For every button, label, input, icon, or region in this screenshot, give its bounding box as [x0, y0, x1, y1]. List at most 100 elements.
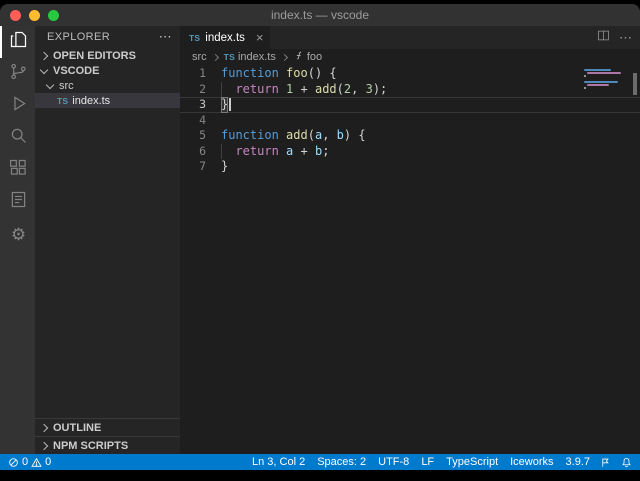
status-ts-version[interactable]: 3.9.7 — [566, 456, 590, 468]
title-bar[interactable]: index.ts — vscode — [0, 4, 640, 26]
outline-section[interactable]: OUTLINE — [35, 418, 180, 436]
run-debug-activity-button[interactable] — [0, 90, 35, 122]
code-token: a — [314, 128, 323, 142]
status-bar: 0 0 Ln 3, Col 2 Spaces: 2 UTF-8 LF TypeScrip… — [0, 454, 640, 470]
code-line[interactable]: 3} — [180, 97, 640, 113]
code-token: return — [235, 143, 279, 158]
problems-status[interactable]: 0 0 — [8, 456, 51, 468]
minimize-window-button[interactable] — [29, 9, 40, 21]
code-token: function — [221, 66, 279, 80]
code-token: b — [336, 128, 344, 142]
code-token: } — [221, 97, 229, 113]
search-activity-button[interactable] — [0, 122, 35, 154]
file-name: index.ts — [72, 94, 111, 107]
extensions-activity-button[interactable] — [0, 154, 35, 186]
chevron-right-icon — [39, 441, 49, 450]
feedback-flag-icon[interactable] — [600, 457, 611, 468]
code-token: 1 — [286, 81, 294, 96]
indent-guide — [221, 81, 222, 97]
line-content: return a + b; — [221, 143, 329, 160]
code-token: + — [293, 143, 315, 158]
symbol-function-icon — [293, 50, 304, 64]
split-editor-icon[interactable] — [596, 28, 611, 48]
close-tab-icon[interactable]: × — [256, 30, 264, 45]
tab-bar: TS index.ts × ⋯ — [180, 26, 640, 49]
code-line[interactable]: 7} — [180, 159, 640, 175]
scrollbar-thumb[interactable] — [633, 73, 637, 95]
code-editor[interactable]: 1 function foo() {2 return 1 + add(2, 3);… — [180, 65, 640, 454]
more-actions-icon[interactable]: ⋯ — [619, 30, 632, 46]
workbench: ⚙ EXPLORER ⋯ OPEN EDITORS VSCODE src TS — [0, 26, 640, 454]
source-control-activity-button[interactable] — [0, 58, 35, 90]
line-content: } — [221, 159, 228, 175]
editor-actions: ⋯ — [596, 26, 640, 49]
tab-label: index.ts — [205, 31, 245, 44]
tree-item-src[interactable]: src — [35, 78, 180, 93]
notifications-bell-icon[interactable] — [621, 457, 632, 468]
breadcrumb-file[interactable]: TS index.ts — [224, 51, 276, 63]
line-content: function foo() { — [221, 66, 337, 82]
notebook-icon — [8, 189, 29, 215]
explorer-more-actions-icon[interactable]: ⋯ — [159, 29, 172, 45]
code-line[interactable]: 4 — [180, 113, 640, 129]
line-number: 2 — [199, 81, 206, 96]
source-control-icon — [8, 61, 29, 87]
open-editors-section[interactable]: OPEN EDITORS — [35, 48, 180, 63]
tab-index-ts[interactable]: TS index.ts × — [180, 26, 271, 49]
status-cursor-position[interactable]: Ln 3, Col 2 — [252, 456, 305, 468]
minimap[interactable] — [584, 69, 624, 89]
npm-scripts-label: NPM SCRIPTS — [53, 439, 129, 452]
line-number: 3 — [199, 97, 206, 111]
warning-icon — [31, 457, 42, 467]
workspace-section[interactable]: VSCODE — [35, 63, 180, 78]
chevron-right-icon — [211, 53, 219, 61]
breadcrumb-symbol-label: foo — [306, 51, 323, 63]
zoom-window-button[interactable] — [48, 9, 59, 21]
status-indentation[interactable]: Spaces: 2 — [317, 456, 366, 468]
typescript-file-icon: TS — [223, 52, 235, 62]
code-token: + — [293, 81, 315, 96]
typescript-file-icon: TS — [189, 32, 201, 43]
line-number: 7 — [199, 159, 206, 173]
line-number: 4 — [199, 112, 206, 127]
breadcrumbs: src TS index.ts foo — [180, 49, 640, 65]
code-line[interactable]: 1 function foo() { — [180, 66, 640, 82]
close-window-button[interactable] — [10, 9, 21, 21]
breadcrumb-folder[interactable]: src — [192, 51, 207, 63]
project-activity-button[interactable] — [0, 186, 35, 218]
chevron-right-icon — [39, 423, 49, 432]
explorer-activity-button[interactable] — [0, 26, 35, 58]
npm-scripts-section[interactable]: NPM SCRIPTS — [35, 436, 180, 454]
status-language-mode[interactable]: TypeScript — [446, 456, 498, 468]
chevron-down-icon — [39, 65, 49, 74]
status-iceworks[interactable]: Iceworks — [510, 456, 553, 468]
code-token: () { — [307, 66, 337, 80]
code-line[interactable]: 6 return a + b; — [180, 143, 640, 160]
code-lines: 1 function foo() {2 return 1 + add(2, 3);… — [180, 66, 640, 175]
chevron-right-icon — [39, 51, 49, 60]
code-line[interactable]: 2 return 1 + add(2, 3); — [180, 81, 640, 98]
scrollbar[interactable] — [630, 65, 640, 454]
line-number: 5 — [199, 128, 206, 142]
tree-item-index-ts[interactable]: TS index.ts — [35, 93, 180, 108]
code-token: ( — [336, 81, 344, 96]
code-token: ) { — [343, 128, 366, 142]
minimap-line — [584, 87, 586, 89]
breadcrumb-symbol[interactable]: foo — [293, 50, 322, 64]
code-line[interactable]: 5 function add(a, b) { — [180, 128, 640, 144]
window-title: index.ts — vscode — [270, 8, 370, 22]
status-encoding[interactable]: UTF-8 — [378, 456, 409, 468]
settings-activity-button[interactable]: ⚙ — [0, 218, 35, 250]
status-eol[interactable]: LF — [421, 456, 434, 468]
code-token: add — [314, 81, 337, 96]
error-count: 0 — [22, 456, 29, 468]
sidebar-header: EXPLORER ⋯ — [35, 26, 180, 48]
status-bar-right: Ln 3, Col 2 Spaces: 2 UTF-8 LF TypeScript Ice… — [252, 456, 632, 468]
explorer-sidebar: EXPLORER ⋯ OPEN EDITORS VSCODE src TS in… — [35, 26, 180, 454]
code-token: , — [322, 128, 337, 142]
code-token: add — [286, 128, 308, 142]
